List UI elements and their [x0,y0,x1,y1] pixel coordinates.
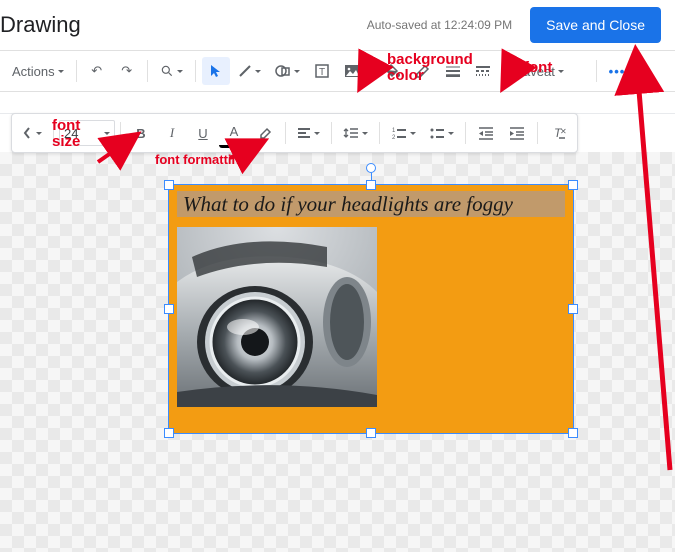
line-dash-icon [475,65,491,77]
more-icon: ••• [609,64,626,79]
undo-button[interactable]: ↶ [83,57,111,85]
zoom-icon [160,64,174,78]
numbered-list-icon: 12 [391,126,407,140]
highlight-color-button[interactable] [250,118,280,148]
highlighter-icon [258,126,273,141]
svg-text:T: T [319,67,325,78]
bold-button[interactable]: B [126,118,156,148]
svg-text:✕: ✕ [560,127,566,136]
shape-icon [275,64,291,78]
dialog-title: Drawing [0,12,81,38]
align-button[interactable] [291,118,326,148]
more-options-button[interactable]: ••• [603,57,632,85]
svg-text:2: 2 [392,135,396,140]
embedded-car-image[interactable] [177,227,377,407]
zoom-menu[interactable] [154,57,189,85]
italic-button[interactable]: I [157,118,187,148]
image-icon [344,64,360,78]
bulleted-list-button[interactable] [423,118,460,148]
resize-handle-nw[interactable] [164,180,174,190]
border-dash-button[interactable] [469,57,497,85]
line-spacing-button[interactable] [337,118,374,148]
clear-format-icon: T✕ [550,126,566,140]
car-headlight-photo [177,227,377,407]
line-tool[interactable] [232,57,267,85]
resize-handle-se[interactable] [568,428,578,438]
border-weight-button[interactable] [439,57,467,85]
resize-handle-s[interactable] [366,428,376,438]
shape-title-text[interactable]: What to do if your headlights are foggy [177,191,565,217]
save-and-close-button[interactable]: Save and Close [530,7,661,43]
clear-formatting-button[interactable]: T✕ [543,118,573,148]
border-color-button[interactable] [409,57,437,85]
pencil-icon [415,64,430,79]
resize-handle-e[interactable] [568,304,578,314]
resize-handle-n[interactable] [366,180,376,190]
autosave-status: Auto-saved at 12:24:09 PM [367,18,512,32]
font-size-select[interactable]: 24 [59,120,115,146]
primary-toolbar: Actions ↶ ↷ T Caveat ••• [0,50,675,92]
line-spacing-icon [343,126,359,140]
shape-tool[interactable] [269,57,306,85]
resize-handle-ne[interactable] [568,180,578,190]
rotate-handle[interactable] [366,163,376,173]
line-weight-icon [445,65,461,77]
line-icon [238,64,252,78]
svg-text:1: 1 [392,128,396,134]
font-family-select[interactable]: Caveat [510,57,590,85]
select-tool[interactable] [202,57,230,85]
align-left-icon [297,127,311,139]
textbox-icon: T [315,64,329,78]
redo-button[interactable]: ↷ [113,57,141,85]
indent-icon [509,126,525,140]
selected-textbox-shape[interactable]: What to do if your headlights are foggy [168,184,574,434]
resize-handle-sw[interactable] [164,428,174,438]
underline-button[interactable]: U [188,118,218,148]
paint-bucket-icon [385,63,401,79]
text-color-button[interactable]: A [219,118,249,148]
image-tool[interactable] [338,57,366,85]
fill-color-button[interactable] [379,57,407,85]
bulleted-list-icon [429,126,445,140]
cursor-icon [210,64,222,78]
redo-icon: ↷ [121,63,132,79]
chevron-left-icon [22,126,33,140]
dialog-header: Drawing Auto-saved at 12:24:09 PM Save a… [0,0,675,50]
numbered-list-button[interactable]: 12 [385,118,422,148]
actions-menu[interactable]: Actions [6,57,70,85]
textbox-tool[interactable]: T [308,57,336,85]
resize-handle-w[interactable] [164,304,174,314]
increase-indent-button[interactable] [502,118,532,148]
decrease-indent-button[interactable] [471,118,501,148]
outdent-icon [478,126,494,140]
text-format-toolbar: 24 B I U A 12 T✕ [11,113,578,153]
more-tools-button[interactable] [16,118,48,148]
undo-icon: ↶ [91,63,102,79]
